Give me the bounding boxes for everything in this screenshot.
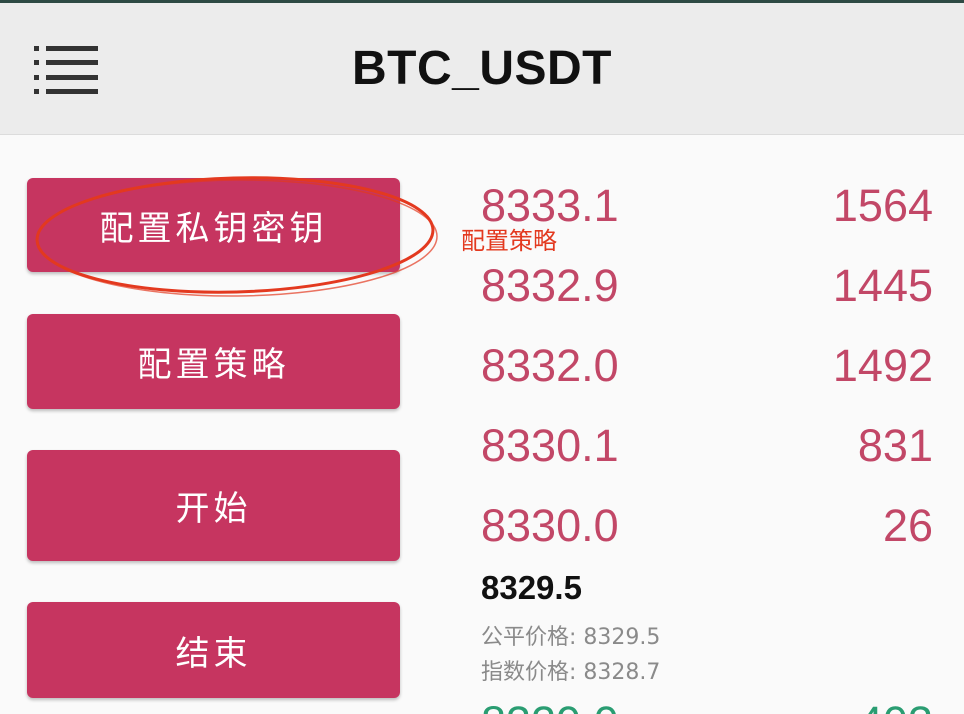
ask-price: 8332.0 bbox=[481, 340, 619, 391]
ask-price: 8333.1 bbox=[481, 180, 619, 231]
index-price-line: 指数价格: 8328.7 bbox=[481, 660, 661, 685]
ask-row: 8330.0 26 bbox=[481, 500, 933, 560]
fair-price-line: 公平价格: 8329.5 bbox=[481, 625, 661, 650]
ask-row: 8330.1 831 bbox=[481, 420, 933, 480]
ask-row: 8332.0 1492 bbox=[481, 340, 933, 400]
bid-row: 8329.0 403 bbox=[481, 697, 933, 714]
app-bar: BTC_USDT bbox=[0, 3, 964, 135]
ask-qty: 1445 bbox=[832, 260, 933, 311]
ask-row: 8333.1 1564 bbox=[481, 180, 933, 240]
ask-price: 8330.1 bbox=[481, 420, 619, 471]
ask-qty: 831 bbox=[857, 420, 933, 471]
ask-qty: 26 bbox=[882, 500, 933, 551]
config-strategy-button[interactable]: 配置策略 bbox=[27, 314, 400, 409]
page-title: BTC_USDT bbox=[351, 42, 612, 95]
stop-button[interactable]: 结束 bbox=[27, 602, 400, 698]
ask-qty: 1564 bbox=[832, 180, 933, 231]
bid-price: 8329.0 bbox=[481, 697, 619, 714]
ask-price: 8332.9 bbox=[481, 260, 619, 311]
bid-qty: 403 bbox=[858, 697, 933, 714]
config-api-key-button[interactable]: 配置私钥密钥 bbox=[27, 178, 400, 272]
ask-qty: 1492 bbox=[832, 340, 933, 391]
last-price: 8329.5 bbox=[481, 569, 582, 606]
start-button[interactable]: 开始 bbox=[27, 450, 400, 561]
ask-row: 8332.9 1445 bbox=[481, 260, 933, 320]
ask-price: 8330.0 bbox=[481, 500, 619, 551]
